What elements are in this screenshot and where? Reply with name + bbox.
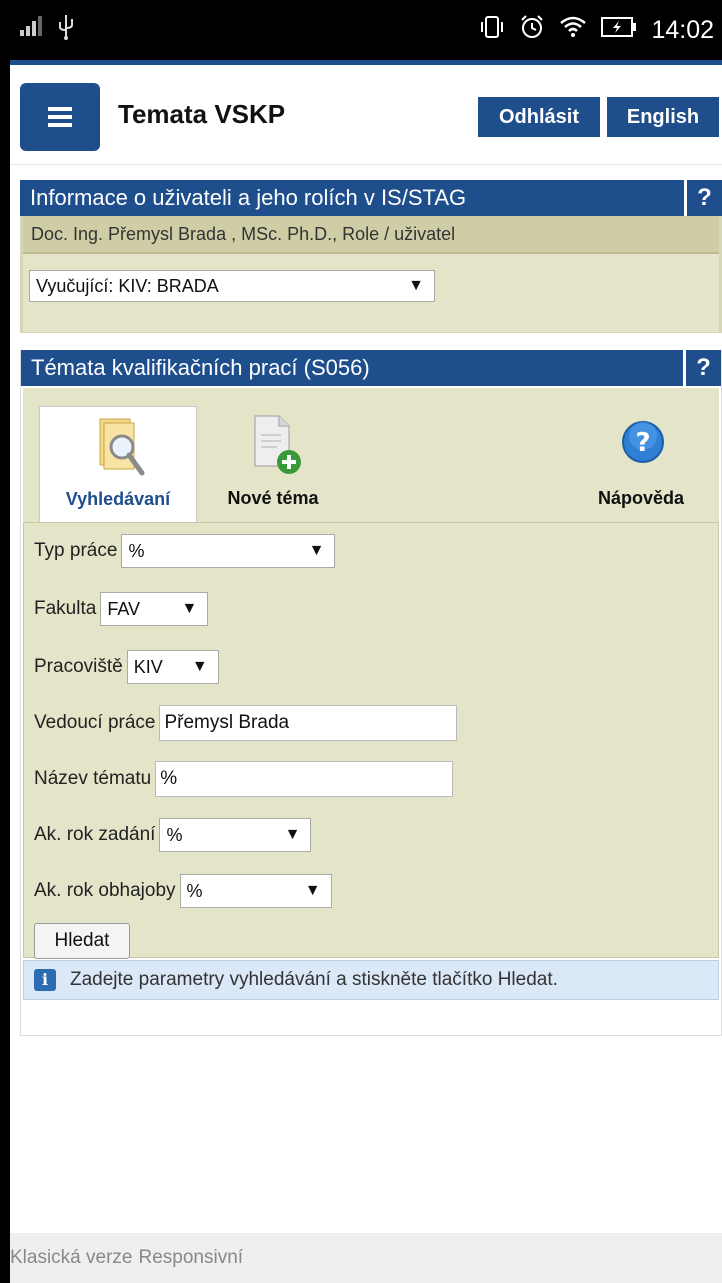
search-form: Typ práce % ▼ Fakulta FAV ▼ Pracoviště K… [23,522,719,959]
topics-panel-title: Témata kvalifikačních prací (S056) [31,355,370,380]
typ-prace-select[interactable]: % ▼ [121,534,336,568]
user-info-panel: Informace o uživateli a jeho rolích v IS… [20,180,722,333]
wifi-icon [559,15,587,46]
fakulta-label: Fakulta [34,598,97,619]
hamburger-icon [48,115,72,119]
rok-obhajoby-select[interactable]: % ▼ [179,874,332,908]
footer: Klasická verze Responsivní [10,1233,722,1283]
fakulta-select[interactable]: FAV ▼ [100,592,209,626]
role-area: Vyučující: KIV: BRADA ▼ [23,254,719,332]
topics-panel-header: Témata kvalifikačních prací (S056) ? [21,350,721,386]
pracoviste-select[interactable]: KIV ▼ [126,650,219,684]
new-document-icon [249,414,305,483]
tab-new-topic-label: Nové téma [227,488,319,508]
role-select-value: Vyučující: KIV: BRADA [36,276,219,296]
tab-search-label: Vyhledávaní [65,489,171,509]
status-right: 14:02 [479,14,714,47]
vibrate-icon [479,14,505,47]
tab-help[interactable]: ? Nápověda [571,406,711,524]
app-header: Temata VSKP Odhlásit English [10,65,722,165]
vedouci-label: Vedoucí práce [34,712,156,733]
help-icon: ? [621,420,665,469]
dropdown-arrow-icon: ▼ [191,658,208,675]
dropdown-arrow-icon: ▼ [181,600,198,617]
tabs-bar: Vyhledávaní Nové téma ? Nápověda [23,388,719,524]
form-row-rok-zadani: Ak. rok zadání % ▼ [34,817,312,853]
language-button[interactable]: English [607,97,719,137]
nazev-input[interactable]: % [155,761,454,797]
rok-obhajoby-label: Ak. rok obhajoby [34,880,176,901]
signal-icon [20,16,48,45]
status-bar: 14:02 [0,0,722,60]
role-select[interactable]: Vyučující: KIV: BRADA ▼ [29,270,435,302]
search-folder-icon [96,417,146,486]
user-line: Doc. Ing. Přemysl Brada , MSc. Ph.D., Ro… [23,216,719,254]
typ-prace-value: % [128,541,145,561]
typ-prace-label: Typ práce [34,540,118,561]
topics-panel: Témata kvalifikačních prací (S056) ? Vyh… [20,350,722,1036]
dropdown-arrow-icon: ▼ [408,277,424,294]
search-button[interactable]: Hledat [34,923,130,959]
info-message: i Zadejte parametry vyhledávání a stiskn… [23,960,719,1000]
menu-button[interactable] [20,83,100,151]
page-title: Temata VSKP [118,99,286,129]
responsive-version-link[interactable]: Responsivní [139,1247,244,1268]
rok-zadani-select[interactable]: % ▼ [159,818,312,852]
alarm-icon [519,14,545,47]
user-info-help-button[interactable]: ? [684,180,722,216]
clock-time: 14:02 [651,16,714,44]
nazev-label: Název tématu [34,768,152,789]
form-row-typ-prace: Typ práce % ▼ [34,533,336,569]
app-window: Temata VSKP Odhlásit English Informace o… [10,60,722,1283]
rok-zadani-label: Ak. rok zadání [34,824,156,845]
logout-button[interactable]: Odhlásit [478,97,600,137]
rok-zadani-value: % [166,825,183,845]
topics-help-button[interactable]: ? [683,350,721,386]
info-icon: i [34,969,56,991]
tab-new-topic[interactable]: Nové téma [203,406,343,524]
form-row-nazev: Název tématu % [34,761,454,797]
classic-version-link[interactable]: Klasická verze [10,1247,133,1268]
battery-charging-icon [601,16,637,45]
pracoviste-value: KIV [133,657,163,677]
dropdown-arrow-icon: ▼ [304,882,321,899]
pracoviste-label: Pracoviště [34,656,123,677]
form-row-pracoviste: Pracoviště KIV ▼ [34,649,219,685]
rok-obhajoby-value: % [186,881,203,901]
dropdown-arrow-icon: ▼ [308,542,325,559]
usb-icon [56,14,76,47]
tab-search[interactable]: Vyhledávaní [39,406,197,524]
tab-help-label: Nápověda [597,488,685,508]
info-message-text: Zadejte parametry vyhledávání a stisknět… [70,969,558,990]
svg-text:?: ? [635,428,650,458]
vedouci-input[interactable]: Přemysl Brada [159,705,458,741]
user-info-panel-header: Informace o uživateli a jeho rolích v IS… [20,180,722,216]
status-left [20,14,76,47]
form-row-vedouci: Vedoucí práce Přemysl Brada [34,705,458,741]
dropdown-arrow-icon: ▼ [284,826,301,843]
form-row-fakulta: Fakulta FAV ▼ [34,591,209,627]
user-info-panel-title: Informace o uživateli a jeho rolích v IS… [30,185,467,210]
fakulta-value: FAV [107,599,140,619]
form-row-rok-obhajoby: Ak. rok obhajoby % ▼ [34,873,332,909]
